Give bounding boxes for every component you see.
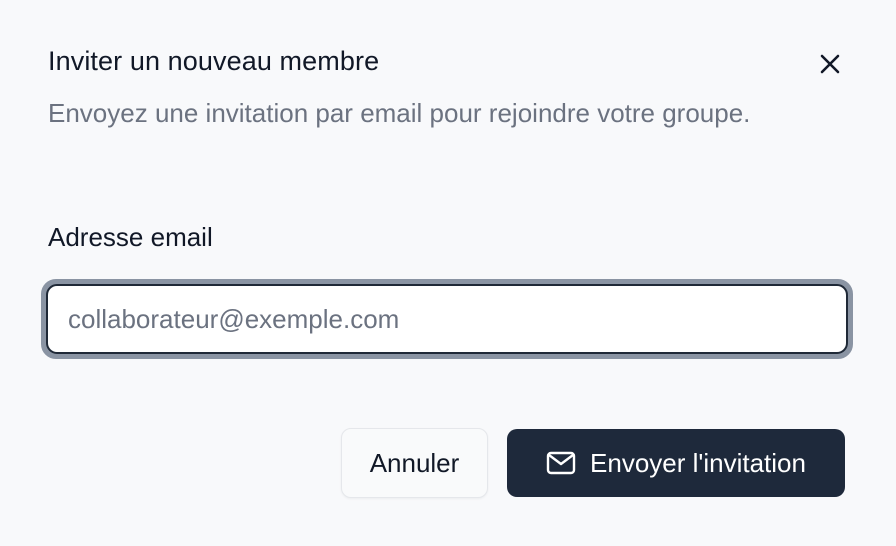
send-invitation-label: Envoyer l'invitation [590, 447, 806, 478]
cancel-button[interactable]: Annuler [341, 428, 488, 498]
close-button[interactable] [812, 46, 848, 82]
mail-icon [546, 451, 576, 475]
email-input[interactable] [46, 284, 848, 354]
invite-member-dialog: Inviter un nouveau membre Envoyez une in… [0, 0, 896, 546]
send-invitation-button[interactable]: Envoyer l'invitation [507, 429, 845, 497]
dialog-description: Envoyez une invitation par email pour re… [48, 98, 751, 128]
close-icon [820, 54, 840, 74]
dialog-title: Inviter un nouveau membre [48, 46, 380, 76]
email-label: Adresse email [48, 222, 213, 252]
